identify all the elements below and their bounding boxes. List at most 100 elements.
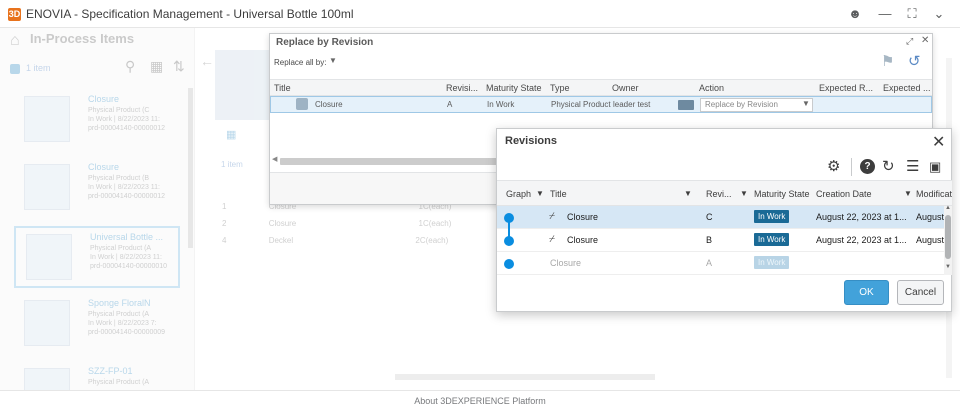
row-type: Physical Product bbox=[551, 100, 611, 109]
horizontal-scrollbar[interactable] bbox=[280, 158, 502, 165]
revision-row[interactable]: Closure A In Work bbox=[497, 252, 944, 275]
card-line: prd-00004140-00000009 bbox=[88, 329, 166, 336]
revision-row-selected[interactable]: ⌿ Closure C In Work August 22, 2023 at 1… bbox=[497, 206, 944, 229]
item-card[interactable]: Closure Physical Product (C In Work | 8/… bbox=[14, 90, 180, 150]
row-name: Deckel bbox=[268, 236, 294, 245]
caret-down-icon[interactable]: ▼ bbox=[740, 189, 748, 198]
column-maturity[interactable]: Maturity State bbox=[754, 189, 810, 199]
caret-down-icon[interactable]: ▼ bbox=[802, 99, 810, 108]
column-owner[interactable]: Owner bbox=[612, 83, 672, 93]
list-view-icon[interactable]: ☰ bbox=[906, 159, 919, 175]
scroll-up-icon[interactable]: ▲ bbox=[945, 205, 951, 211]
arrow-left-icon[interactable]: ← bbox=[200, 53, 214, 69]
column-expected-revision[interactable]: Expected R... bbox=[819, 83, 879, 93]
scroll-left-icon[interactable]: ◀ bbox=[272, 155, 277, 163]
revisions-dialog: Revisions ✕ ⚙ ? ↻ ☰ ▣ Graph ▼ Title ▼ Re… bbox=[496, 128, 952, 312]
row-revision: B bbox=[706, 235, 713, 245]
card-line: Physical Product (C bbox=[88, 107, 150, 114]
in-process-panel: ⌂ In-Process Items 1 item ⚲ ▦ ⇅ Closure … bbox=[0, 28, 195, 390]
toolbar-divider bbox=[851, 158, 852, 176]
maturity-badge: In Work bbox=[754, 210, 790, 223]
column-revision[interactable]: Revisi... bbox=[446, 83, 484, 93]
select-all-checkbox[interactable] bbox=[10, 64, 20, 74]
footer: About 3DEXPERIENCE Platform bbox=[0, 390, 960, 410]
table-header: Title Revisi... Maturity State Type Owne… bbox=[270, 79, 932, 96]
user-share-icon[interactable]: ☻ bbox=[846, 6, 864, 22]
panel-scrollbar[interactable] bbox=[188, 88, 193, 248]
vertical-scrollbar[interactable]: ▲ ▼ bbox=[944, 205, 952, 275]
expand-icon[interactable]: ⤢ bbox=[906, 36, 913, 47]
column-graph[interactable]: Graph bbox=[506, 189, 531, 199]
close-icon[interactable]: ✕ bbox=[932, 132, 945, 152]
view-icon[interactable]: ▦ bbox=[150, 58, 163, 75]
column-revision[interactable]: Revi... bbox=[706, 189, 732, 199]
item-card-selected[interactable]: Universal Bottle ... Physical Product (A… bbox=[14, 226, 180, 288]
product-thumbnail bbox=[24, 164, 70, 210]
owner-avatar-icon bbox=[678, 100, 694, 110]
caret-down-icon[interactable]: ▼ bbox=[536, 189, 544, 198]
chevron-down-icon[interactable]: ⌄ bbox=[930, 6, 948, 22]
ok-button[interactable]: OK bbox=[844, 280, 889, 305]
row-number: 2 bbox=[222, 219, 227, 228]
column-expected-other[interactable]: Expected ... bbox=[883, 83, 931, 93]
row-creation-date: August 22, 2023 at 1... bbox=[816, 235, 907, 245]
center-item-count: 1 item bbox=[221, 160, 243, 169]
product-thumbnail bbox=[24, 368, 70, 390]
revision-object-icon: ⌿ bbox=[549, 234, 555, 245]
horizontal-scrollbar[interactable] bbox=[395, 374, 655, 380]
row-number: 1 bbox=[222, 202, 227, 211]
minimize-icon[interactable]: — bbox=[876, 6, 894, 22]
card-title: SZZ-FP-01 bbox=[88, 366, 133, 376]
maturity-badge: In Work bbox=[754, 233, 790, 246]
row-revision: A bbox=[706, 258, 713, 268]
undo-icon[interactable]: ↺ bbox=[908, 52, 921, 70]
close-icon[interactable]: ✕ bbox=[921, 35, 929, 46]
window-title: ENOVIA - Specification Management - Univ… bbox=[26, 7, 354, 21]
bom-row[interactable]: 4 Deckel 2C(each) bbox=[222, 236, 448, 245]
column-creation-date[interactable]: Creation Date bbox=[816, 189, 872, 199]
help-icon[interactable]: ? bbox=[860, 159, 875, 174]
item-card[interactable]: Closure Physical Product (B In Work | 8/… bbox=[14, 158, 180, 218]
item-count: 1 item bbox=[26, 63, 51, 73]
caret-down-icon[interactable]: ▼ bbox=[904, 189, 912, 198]
row-owner: leader test bbox=[613, 100, 651, 109]
graph-edge bbox=[508, 216, 510, 239]
scroll-down-icon[interactable]: ▼ bbox=[945, 264, 951, 270]
fullscreen-icon[interactable]: ⛶ bbox=[903, 6, 921, 22]
table-row[interactable]: Closure A In Work Physical Product leade… bbox=[270, 96, 932, 113]
sort-icon[interactable]: ⇅ bbox=[173, 58, 185, 75]
action-select[interactable]: Replace by Revision ▼ bbox=[700, 98, 813, 112]
caret-down-icon[interactable]: ▼ bbox=[684, 189, 692, 198]
card-line: Physical Product (A bbox=[90, 245, 152, 252]
revision-object-icon: ⌿ bbox=[549, 211, 555, 222]
scrollbar-thumb[interactable] bbox=[945, 215, 951, 259]
map-icon[interactable]: ⚑ bbox=[881, 52, 894, 70]
replace-all-label[interactable]: Replace all by: bbox=[274, 58, 326, 67]
column-title[interactable]: Title bbox=[274, 83, 424, 93]
about-link[interactable]: About 3DEXPERIENCE Platform bbox=[0, 396, 960, 406]
cancel-button[interactable]: Cancel bbox=[897, 280, 944, 305]
card-line: In Work | 8/22/2023 11: bbox=[90, 254, 162, 261]
item-card[interactable]: SZZ-FP-01 Physical Product (A bbox=[14, 362, 180, 390]
column-modification[interactable]: Modificat bbox=[916, 189, 952, 199]
row-quantity: 2C(each) bbox=[415, 236, 449, 245]
card-title: Closure bbox=[88, 162, 120, 172]
column-action[interactable]: Action bbox=[699, 83, 809, 93]
grid-view-icon[interactable]: ▦ bbox=[226, 128, 236, 141]
column-type[interactable]: Type bbox=[550, 83, 610, 93]
bom-row[interactable]: 2 Closure 1C(each) bbox=[222, 219, 451, 228]
revision-row[interactable]: ⌿ Closure B In Work August 22, 2023 at 1… bbox=[497, 229, 944, 252]
item-card[interactable]: Sponge FloralN Physical Product (A In Wo… bbox=[14, 294, 180, 354]
lock-icon[interactable]: ▣ bbox=[929, 159, 941, 175]
column-title[interactable]: Title bbox=[550, 189, 567, 199]
search-icon[interactable]: ⚲ bbox=[125, 58, 135, 75]
refresh-icon[interactable]: ↻ bbox=[882, 159, 895, 175]
card-line: In Work | 8/22/2023 7: bbox=[88, 320, 157, 327]
card-line: prd-00004140-00000012 bbox=[88, 193, 166, 200]
maturity-badge: In Work bbox=[754, 256, 790, 269]
column-maturity[interactable]: Maturity State bbox=[486, 83, 548, 93]
caret-down-icon[interactable]: ▼ bbox=[329, 56, 337, 65]
home-icon[interactable]: ⌂ bbox=[10, 32, 20, 50]
app-logo-icon: 3D bbox=[8, 8, 21, 21]
gear-icon[interactable]: ⚙ bbox=[827, 159, 840, 175]
